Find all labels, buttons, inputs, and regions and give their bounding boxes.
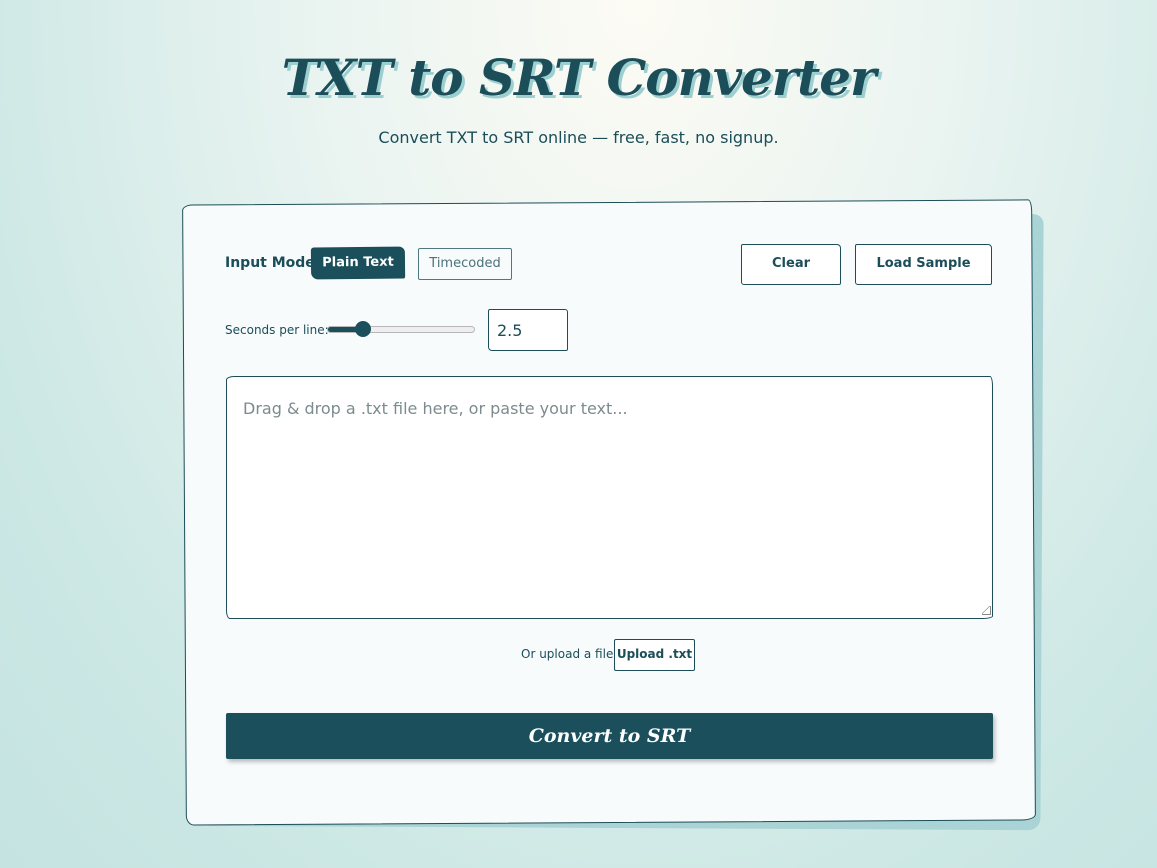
upload-label: Or upload a file: [521,647,618,661]
convert-to-srt-button[interactable]: Convert to SRT [226,713,993,759]
seconds-slider[interactable] [327,321,475,337]
page-title: TXT to SRT Converter [281,48,877,107]
seconds-per-line-label: Seconds per line: [225,323,329,337]
input-mode-label: Input Mode: [225,255,321,271]
load-sample-button[interactable]: Load Sample [855,244,992,285]
page-subtitle: Convert TXT to SRT online — free, fast, … [378,128,779,147]
seconds-slider-thumb[interactable] [355,321,372,337]
seconds-number-input[interactable] [488,309,568,351]
resize-handle-icon[interactable] [982,606,991,615]
clear-button[interactable]: Clear [741,244,841,285]
timecoded-mode-button[interactable]: Timecoded [418,248,512,280]
upload-txt-button[interactable]: Upload .txt [614,639,695,671]
text-input-area[interactable] [226,376,993,619]
plain-text-mode-button[interactable]: Plain Text [310,246,406,280]
